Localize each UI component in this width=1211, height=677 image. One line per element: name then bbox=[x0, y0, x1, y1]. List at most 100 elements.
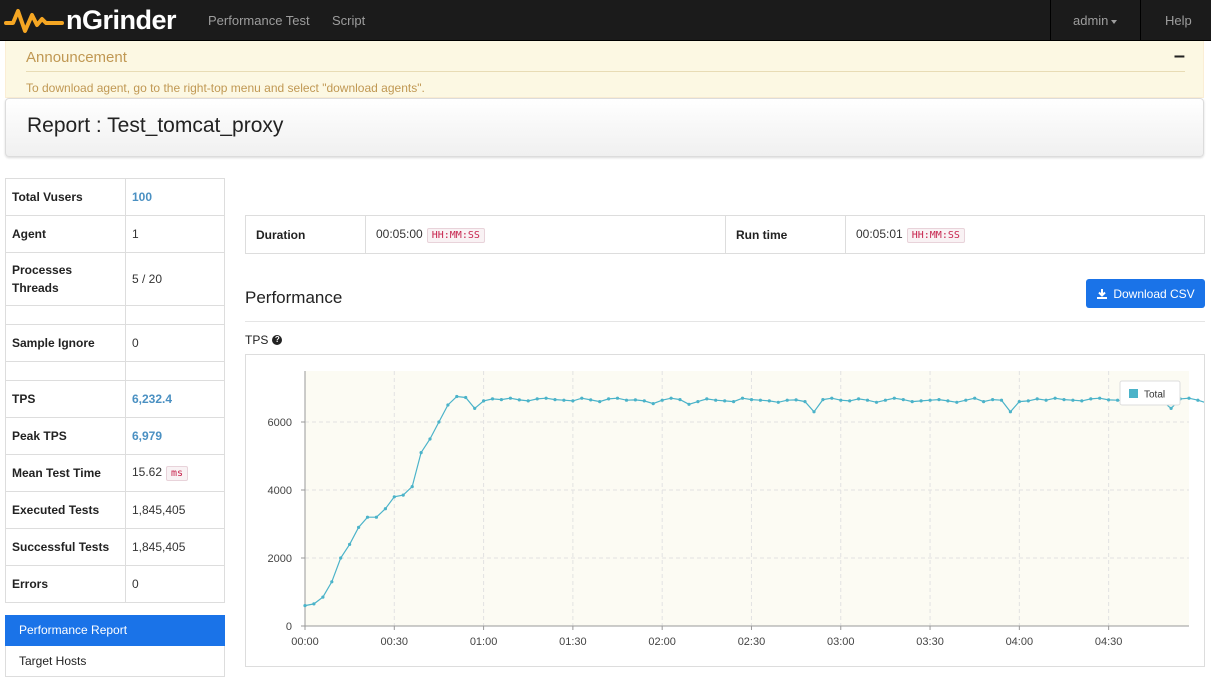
data-point bbox=[589, 398, 593, 402]
report-header: Report : Test_tomcat_proxy bbox=[5, 98, 1204, 157]
summary-value: 5 / 20 bbox=[125, 252, 225, 306]
data-point bbox=[348, 542, 352, 546]
unit-badge: HH:MM:SS bbox=[426, 227, 485, 243]
announcement-divider bbox=[26, 71, 1185, 72]
nav-performance-test[interactable]: Performance Test bbox=[208, 0, 310, 41]
data-point bbox=[651, 402, 655, 406]
data-point bbox=[839, 398, 843, 402]
data-point bbox=[374, 515, 378, 519]
announcement-text: To download agent, go to the right-top m… bbox=[26, 81, 425, 95]
user-menu[interactable]: admin bbox=[1073, 0, 1118, 41]
data-point bbox=[1026, 399, 1030, 403]
data-point bbox=[937, 398, 941, 402]
data-point bbox=[508, 396, 512, 400]
performance-divider bbox=[245, 321, 1205, 322]
data-point bbox=[490, 397, 495, 401]
data-point bbox=[526, 399, 530, 403]
table-row: TPS 6,232.4 bbox=[5, 380, 225, 418]
data-point bbox=[401, 493, 405, 497]
data-point bbox=[830, 396, 834, 400]
data-point bbox=[1017, 400, 1021, 404]
tps-chart: 0 2000 4000 6000 00:00 00:30 01:00 01:30 02:00 02… bbox=[245, 354, 1205, 667]
runtime-label: Run time bbox=[725, 215, 846, 254]
data-point bbox=[410, 485, 414, 489]
summary-label: Mean Test Time bbox=[5, 454, 126, 492]
table-row: Errors 0 bbox=[5, 565, 225, 603]
summary-label: Sample Ignore bbox=[5, 324, 126, 362]
page-title: Report : Test_tomcat_proxy bbox=[27, 114, 284, 137]
spacer-cell bbox=[125, 361, 225, 381]
summary-label: TPS bbox=[5, 380, 126, 418]
data-point bbox=[598, 400, 602, 404]
plot-area bbox=[305, 371, 1189, 626]
data-point bbox=[312, 602, 316, 606]
summary-value: 6,232.4 bbox=[125, 380, 225, 418]
data-point bbox=[758, 398, 763, 402]
data-point bbox=[705, 397, 709, 401]
table-row: Duration 00:05:00 HH:MM:SS Run time 00:05… bbox=[245, 215, 1205, 254]
data-point bbox=[865, 398, 870, 402]
data-point bbox=[330, 580, 334, 584]
x-tick-label: 00:00 bbox=[291, 636, 319, 648]
data-point bbox=[633, 398, 637, 402]
nav-divider bbox=[1140, 0, 1141, 41]
report-side-menu: Performance Report Target Hosts bbox=[5, 615, 225, 677]
data-point bbox=[1098, 396, 1102, 400]
question-icon[interactable]: ? bbox=[272, 335, 283, 345]
data-point bbox=[1089, 397, 1093, 401]
menu-item-performance-report[interactable]: Performance Report bbox=[5, 615, 225, 646]
spacer-cell bbox=[125, 305, 225, 325]
data-point bbox=[624, 398, 629, 402]
x-tick-label: 03:00 bbox=[827, 636, 855, 648]
data-point bbox=[696, 400, 700, 404]
table-row: Agent 1 bbox=[5, 215, 225, 253]
menu-item-target-hosts[interactable]: Target Hosts bbox=[5, 646, 225, 677]
data-point bbox=[455, 394, 459, 399]
help-link[interactable]: Help bbox=[1165, 0, 1192, 41]
data-point bbox=[607, 397, 611, 401]
summary-label: Total Vusers bbox=[5, 178, 126, 216]
y-tick-label: 6000 bbox=[268, 417, 292, 429]
runtime-value-cell: 00:05:01 HH:MM:SS bbox=[845, 215, 1205, 254]
table-row: Processes Threads 5 / 20 bbox=[5, 252, 225, 306]
data-point bbox=[973, 396, 977, 400]
x-tick-label: 01:30 bbox=[559, 636, 587, 648]
data-point bbox=[642, 399, 646, 403]
summary-value: 0 bbox=[125, 565, 225, 603]
data-point bbox=[571, 399, 575, 403]
data-point bbox=[857, 397, 861, 401]
data-point bbox=[678, 398, 682, 402]
x-tick-label: 00:30 bbox=[381, 636, 409, 648]
data-point bbox=[669, 396, 673, 400]
table-row-spacer bbox=[5, 361, 225, 381]
data-point bbox=[883, 398, 888, 402]
data-point bbox=[687, 402, 691, 406]
nav-script[interactable]: Script bbox=[332, 0, 365, 41]
top-navbar: nGrinder Performance Test Script admin H… bbox=[0, 0, 1211, 41]
data-point bbox=[544, 396, 548, 400]
data-point bbox=[303, 604, 307, 608]
nav-divider bbox=[1050, 0, 1051, 41]
download-csv-button[interactable]: Download CSV bbox=[1086, 279, 1205, 308]
caret-down-icon bbox=[1111, 19, 1118, 24]
brand-logo[interactable]: nGrinder bbox=[4, 3, 177, 37]
data-point bbox=[499, 398, 503, 402]
summary-label: Peak TPS bbox=[5, 417, 126, 455]
table-row: Sample Ignore 0 bbox=[5, 324, 225, 362]
data-point bbox=[1187, 396, 1191, 400]
collapse-icon[interactable]: – bbox=[1174, 45, 1185, 68]
data-point bbox=[383, 507, 387, 511]
performance-heading: Performance bbox=[245, 288, 343, 307]
mean-test-time-value: 15.62 bbox=[132, 465, 163, 479]
data-point bbox=[446, 403, 450, 407]
data-point bbox=[964, 398, 968, 402]
summary-label: Executed Tests bbox=[5, 491, 126, 529]
data-point bbox=[714, 398, 718, 402]
summary-value: 1,845,405 bbox=[125, 528, 225, 566]
data-point bbox=[946, 399, 950, 403]
data-point bbox=[437, 420, 441, 424]
data-point bbox=[1107, 398, 1111, 402]
data-point bbox=[999, 398, 1004, 402]
duration-table: Duration 00:05:00 HH:MM:SS Run time 00:05… bbox=[245, 215, 1205, 254]
data-point bbox=[785, 398, 789, 402]
